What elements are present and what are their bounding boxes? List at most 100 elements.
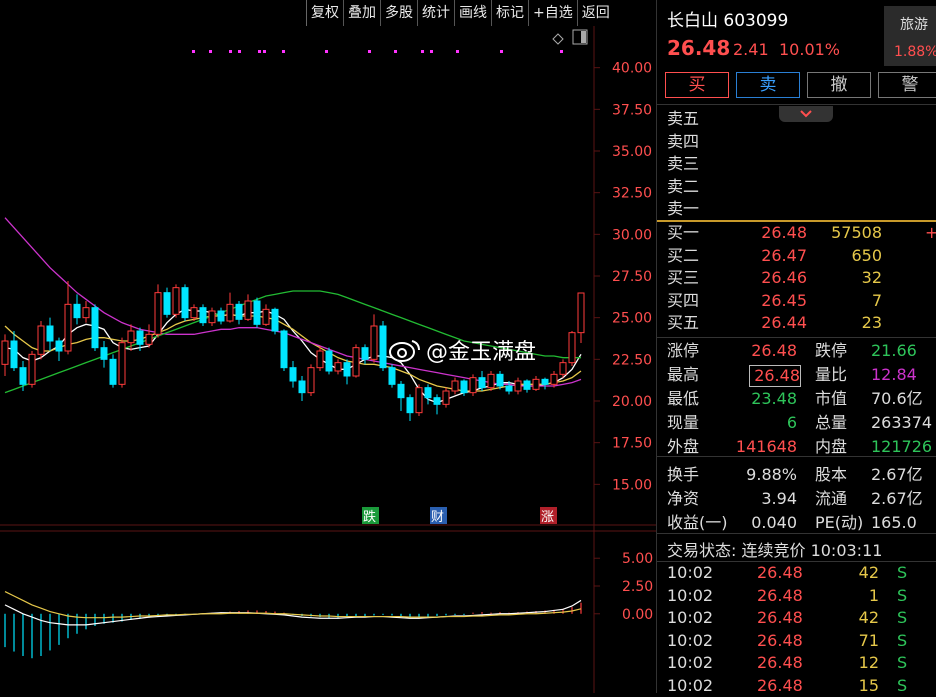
stat-value: 12.84 xyxy=(871,365,917,384)
bid-price: 26.44 xyxy=(761,313,807,332)
candle-body xyxy=(199,307,207,324)
candle-body xyxy=(55,340,63,352)
candle-body xyxy=(271,308,279,332)
stat-value: 9.88% xyxy=(746,465,797,484)
watermark: @金玉满盘 xyxy=(388,334,536,366)
candle-body xyxy=(46,325,54,342)
stat-label: 总量 xyxy=(815,413,848,432)
chart-toolbar: 复权 叠加 多股 统计 画线 标记 +自选 返回 xyxy=(306,0,656,26)
y-tick-label: 35.00 xyxy=(612,144,652,160)
stat-value: 165.0 xyxy=(871,513,917,532)
tick-side: S xyxy=(897,630,908,650)
sub-tick-label: 0.00 xyxy=(622,607,653,623)
overlay-button[interactable]: 叠加 xyxy=(343,0,380,26)
alert-button[interactable]: 警 xyxy=(878,72,936,98)
candle-body xyxy=(325,350,333,372)
y-tick-label: 17.50 xyxy=(612,436,652,452)
candle-body xyxy=(244,300,252,320)
stat-value: 26.48 xyxy=(749,365,801,387)
bid-row[interactable]: 买一 26.48 57508 + xyxy=(667,222,936,244)
dif-line xyxy=(4,599,582,626)
tick-row: 10:02 26.48 15 S xyxy=(667,675,936,697)
indicator-dot xyxy=(421,50,424,53)
bid-row[interactable]: 买五 26.44 23 xyxy=(667,312,936,334)
stat-label: 净资 xyxy=(667,489,700,508)
candle-body xyxy=(91,307,99,349)
tick-row: 10:02 26.48 71 S xyxy=(667,630,936,652)
kline-chart[interactable]: 40.00 37.50 35.00 32.50 30.00 27.50 25.00 22.50… xyxy=(0,26,656,693)
candle-body xyxy=(532,378,540,390)
buy-button[interactable]: 买 xyxy=(665,72,729,98)
indicator-dot xyxy=(325,50,328,53)
mark-button[interactable]: 标记 xyxy=(491,0,528,26)
sector-badge[interactable]: 旅游 1.88% xyxy=(884,6,936,66)
candle-body xyxy=(10,340,18,369)
stat-value: 3.94 xyxy=(761,489,797,508)
candle-body xyxy=(163,292,171,315)
candle-body xyxy=(307,367,315,394)
tick-volume: 12 xyxy=(858,653,879,672)
stat-value: 2.67亿 xyxy=(871,465,923,484)
y-tick-label: 40.00 xyxy=(612,61,652,77)
diamond-icon[interactable] xyxy=(552,30,564,45)
stat-label: 收益(一) xyxy=(667,513,728,532)
candle-body xyxy=(334,362,342,372)
statistics-button[interactable]: 统计 xyxy=(417,0,454,26)
tick-side: S xyxy=(897,675,908,695)
candle-body xyxy=(136,330,144,345)
bid-label: 买三 xyxy=(667,268,700,287)
indicator-dot xyxy=(500,50,503,53)
back-button[interactable]: 返回 xyxy=(576,0,614,26)
restore-rights-button[interactable]: 复权 xyxy=(306,0,343,26)
y-tick-label: 30.00 xyxy=(612,227,652,243)
bid-label: 买四 xyxy=(667,290,700,310)
tick-row: 10:02 26.48 1 S xyxy=(667,585,936,607)
candle-body xyxy=(388,367,396,385)
tick-volume: 71 xyxy=(858,630,879,650)
tick-price: 26.48 xyxy=(757,630,803,650)
kline-chart-area[interactable]: 40.00 37.50 35.00 32.50 30.00 27.50 25.00 22.50… xyxy=(0,26,656,693)
add-watchlist-button[interactable]: +自选 xyxy=(528,0,577,26)
bid-row[interactable]: 买四 26.45 7 xyxy=(667,290,936,312)
cancel-order-button[interactable]: 撤 xyxy=(807,72,871,98)
sell-button[interactable]: 卖 xyxy=(736,72,800,98)
ask-label: 卖二 xyxy=(667,176,700,196)
stat-label: 换手 xyxy=(667,465,700,484)
multi-stock-button[interactable]: 多股 xyxy=(380,0,417,26)
draw-line-button[interactable]: 画线 xyxy=(454,0,491,26)
bid-row[interactable]: 买二 26.47 650 xyxy=(667,245,936,267)
candle-body xyxy=(433,397,441,405)
candle-body xyxy=(469,377,477,394)
stat-value: 2.67亿 xyxy=(871,489,923,508)
indicator-dot xyxy=(263,50,266,53)
ask-row[interactable]: 卖一 xyxy=(667,198,936,220)
candle-body xyxy=(262,308,270,325)
indicator-dot xyxy=(456,50,459,53)
candle-body xyxy=(577,292,585,334)
candle-body xyxy=(370,325,378,360)
event-marker-label: 涨 xyxy=(541,510,554,525)
indicator-dot xyxy=(430,50,433,53)
ask-row[interactable]: 卖二 xyxy=(667,176,936,198)
candle-body xyxy=(298,380,306,394)
ask-row[interactable]: 卖四 xyxy=(667,131,936,153)
bid-row[interactable]: 买三 26.46 32 xyxy=(667,267,936,289)
stat-label: 股本 xyxy=(815,465,848,484)
tick-time: 10:02 xyxy=(667,675,714,695)
ask-row[interactable]: 卖三 xyxy=(667,153,936,175)
tick-volume: 15 xyxy=(858,675,879,695)
indicator-dot xyxy=(258,50,261,53)
bid-price: 26.45 xyxy=(761,290,807,310)
candle-body xyxy=(316,350,324,369)
tick-row: 10:02 26.48 42 S xyxy=(667,607,936,629)
bid-price: 26.46 xyxy=(761,268,807,287)
candle-body xyxy=(253,300,261,325)
y-tick-label: 20.00 xyxy=(612,394,652,410)
tick-side: S xyxy=(897,608,908,627)
ask-label: 卖一 xyxy=(667,199,700,218)
candle-body xyxy=(343,362,351,377)
panel-toggle-icon[interactable] xyxy=(572,29,588,45)
ask-row[interactable]: 卖五 xyxy=(667,108,936,130)
bid-volume: 57508 xyxy=(831,223,882,242)
stat-value: 6 xyxy=(786,413,797,432)
